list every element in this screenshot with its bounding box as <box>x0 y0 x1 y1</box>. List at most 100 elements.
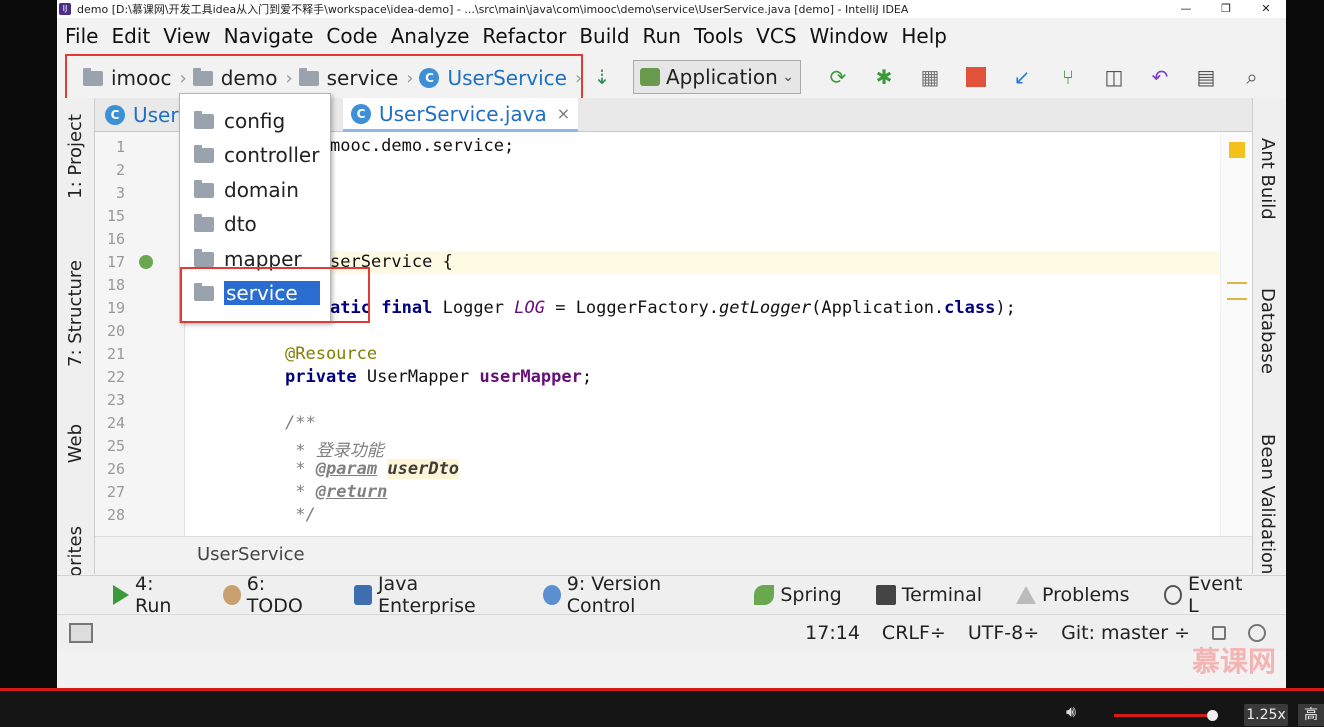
warning-marker-icon[interactable] <box>1229 142 1245 158</box>
coverage-icon[interactable]: ▦ <box>915 62 945 92</box>
code-editor[interactable]: mooc.demo.service; serService { atic fin… <box>185 132 1252 536</box>
line-number: 25 <box>106 437 125 455</box>
dropdown-item-controller[interactable]: controller <box>194 140 319 170</box>
folder-icon <box>298 67 319 86</box>
dropdown-item-domain[interactable]: domain <box>194 175 299 205</box>
tool-java-enterprise[interactable]: Java Enterprise <box>353 573 509 617</box>
line-number: 1 <box>115 138 125 156</box>
main-toolbar: ⇣ Application ⌄ ⟳ ✱ ▦ ↙ ⑂ ◫ ↶ ▤ ⌕ <box>587 60 1283 94</box>
line-number: 23 <box>106 391 125 409</box>
menu-build[interactable]: Build <box>571 22 634 50</box>
stop-icon[interactable] <box>961 62 991 92</box>
menu-edit[interactable]: Edit <box>103 22 155 50</box>
revert-icon[interactable]: ↶ <box>1145 62 1175 92</box>
vcs-commit-icon[interactable]: ⑂ <box>1053 62 1083 92</box>
line-number: 2 <box>115 161 125 179</box>
editor-error-stripe[interactable] <box>1220 132 1252 536</box>
tool-todo[interactable]: 6: TODO <box>222 573 320 617</box>
video-player-controls: 🔊︎ 1.25x 高 <box>0 688 1324 727</box>
menu-run[interactable]: Run <box>635 22 686 50</box>
tool-problems[interactable]: Problems <box>1016 584 1130 606</box>
tab-favorites[interactable]: orites <box>65 526 86 577</box>
breadcrumb-service[interactable]: service › <box>298 66 413 90</box>
tab-userservice-java[interactable]: C UserService.java × <box>343 98 579 132</box>
file-encoding[interactable]: UTF-8÷ <box>968 622 1039 644</box>
volume-icon[interactable]: 🔊︎ <box>1066 702 1076 722</box>
rerun-icon[interactable]: ⟳ <box>823 62 853 92</box>
tool-version-control[interactable]: 9: Version Control <box>542 573 721 617</box>
debug-icon[interactable]: ✱ <box>869 62 899 92</box>
dropdown-item-config[interactable]: config <box>194 106 285 136</box>
marker-line[interactable] <box>1227 282 1247 284</box>
git-branch[interactable]: Git: master ÷ <box>1061 622 1190 644</box>
dropdown-item-dto[interactable]: dto <box>194 209 257 239</box>
tool-windows-toggle-icon[interactable] <box>69 623 93 643</box>
menu-vcs[interactable]: VCS <box>748 22 801 50</box>
quality-button[interactable]: 高 <box>1298 704 1324 726</box>
code-line-21: @Resource <box>285 344 378 364</box>
video-progress-bar[interactable] <box>0 688 1324 691</box>
vcs-update-project-icon[interactable]: ↙ <box>1007 62 1037 92</box>
code-line-27: * @return <box>285 482 388 502</box>
line-number: 21 <box>106 345 125 363</box>
tab-web[interactable]: Web <box>65 424 86 463</box>
tab-structure[interactable]: 7: Structure <box>65 260 86 367</box>
line-separator[interactable]: CRLF÷ <box>882 622 946 644</box>
java-enterprise-icon <box>353 584 372 605</box>
caret-position[interactable]: 17:14 <box>805 622 860 644</box>
marker-line[interactable] <box>1227 298 1247 300</box>
menu-tools[interactable]: Tools <box>686 22 748 50</box>
tool-run[interactable]: 4: Run <box>113 573 189 617</box>
vcs-history-icon[interactable]: ◫ <box>1099 62 1129 92</box>
menu-view[interactable]: View <box>155 22 215 50</box>
close-icon[interactable]: × <box>557 104 570 123</box>
breadcrumb-demo[interactable]: demo › <box>192 66 293 90</box>
terminal-icon <box>875 584 896 605</box>
chevron-right-icon: › <box>575 67 583 89</box>
watermark-logo: 慕课网 <box>1191 645 1276 678</box>
menu-navigate[interactable]: Navigate <box>216 22 319 50</box>
editor-breadcrumb[interactable]: UserService <box>95 536 1252 574</box>
line-number: 20 <box>106 322 125 340</box>
menu-window[interactable]: Window <box>802 22 894 50</box>
code-line-25: * 登录功能 <box>285 441 384 461</box>
volume-slider[interactable] <box>1114 714 1214 717</box>
menu-code[interactable]: Code <box>318 22 382 50</box>
line-number: 24 <box>106 414 125 432</box>
search-everywhere-icon[interactable]: ⌕ <box>1237 62 1267 92</box>
restore-button[interactable]: ❐ <box>1206 0 1246 18</box>
tool-window-bar: 4: Run 6: TODO Java Enterprise 9: Versio… <box>57 573 1286 617</box>
tool-event-log[interactable]: Event L <box>1163 573 1252 617</box>
annotation-highlight-box <box>180 267 370 323</box>
project-structure-icon[interactable]: ▤ <box>1191 62 1221 92</box>
folder-icon <box>194 110 214 129</box>
playback-speed-button[interactable]: 1.25x <box>1244 704 1288 726</box>
menu-refactor[interactable]: Refactor <box>474 22 571 50</box>
intellij-icon: IJ <box>59 3 71 15</box>
folder-icon <box>194 213 214 232</box>
breadcrumb-imooc[interactable]: imooc › <box>83 66 187 90</box>
tool-spring[interactable]: Spring <box>754 584 842 606</box>
tool-terminal[interactable]: Terminal <box>875 584 982 606</box>
folder-icon <box>194 248 214 267</box>
folder-icon <box>83 67 103 86</box>
lock-icon[interactable] <box>1212 626 1226 640</box>
run-config-select[interactable]: Application ⌄ <box>633 60 801 94</box>
class-icon: C <box>351 103 371 124</box>
tab-ant-build[interactable]: Ant Build <box>1257 138 1278 220</box>
minimize-button[interactable]: — <box>1166 0 1206 18</box>
menu-help[interactable]: Help <box>893 22 952 50</box>
close-window-button[interactable]: ✕ <box>1246 0 1286 18</box>
menu-file[interactable]: File <box>57 22 103 50</box>
vcs-update-icon[interactable]: ⇣ <box>587 62 617 92</box>
breadcrumb-userservice[interactable]: C UserService › <box>419 66 582 90</box>
line-number: 28 <box>106 506 125 524</box>
video-right-border <box>1286 0 1324 688</box>
spring-bean-icon[interactable] <box>139 255 153 269</box>
todo-icon <box>222 584 241 605</box>
volume-knob[interactable] <box>1207 710 1218 721</box>
tab-bean-validation[interactable]: Bean Validation <box>1257 434 1278 574</box>
tab-project[interactable]: 1: Project <box>65 114 86 199</box>
menu-analyze[interactable]: Analyze <box>383 22 475 50</box>
tab-database[interactable]: Database <box>1257 288 1278 374</box>
